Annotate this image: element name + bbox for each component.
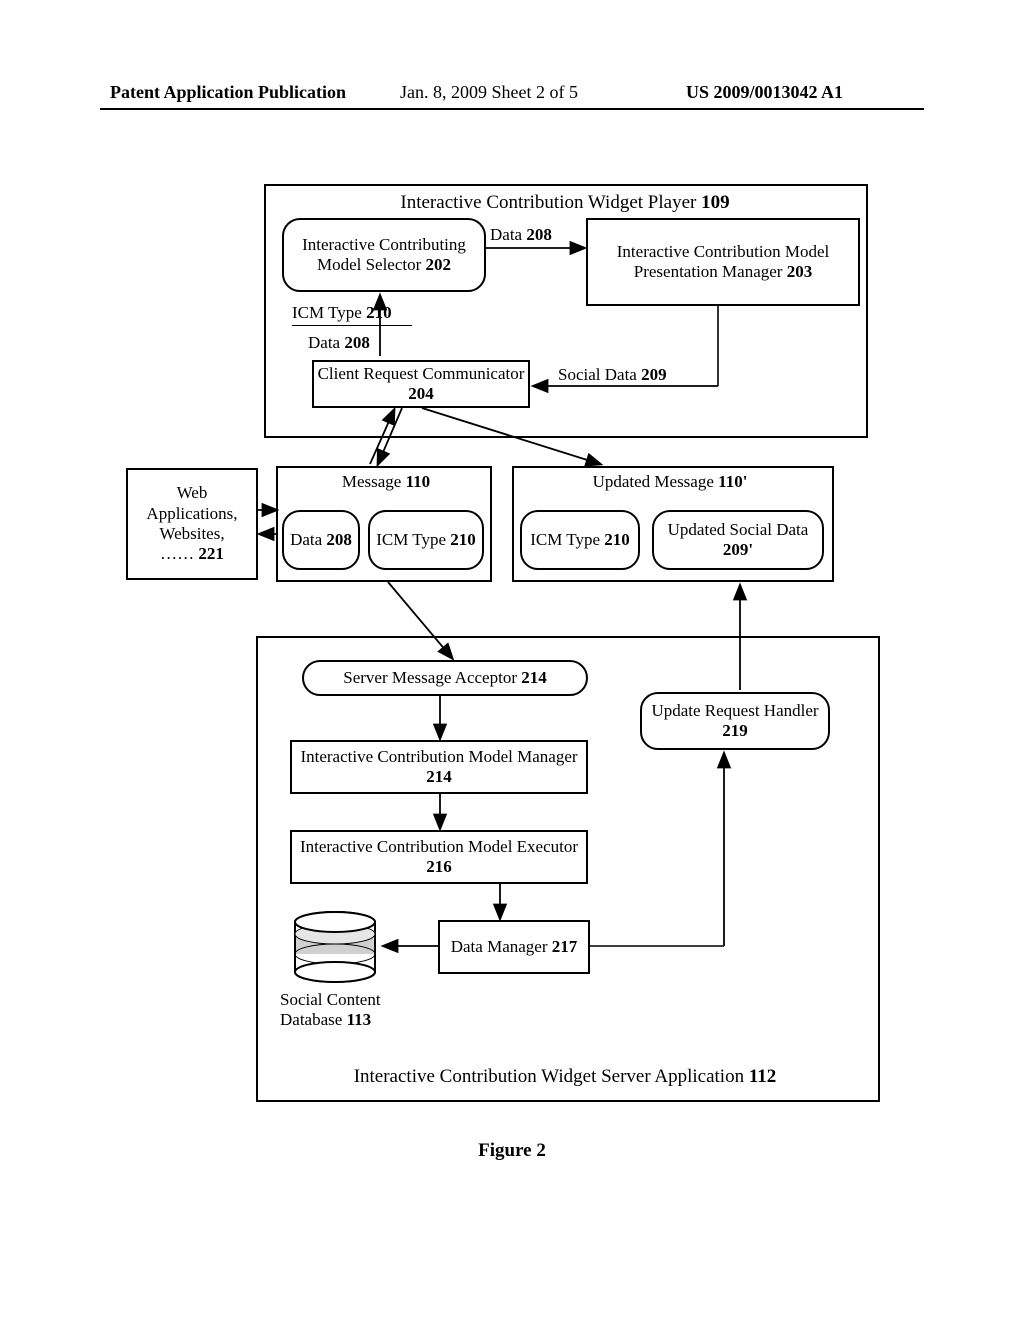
header-publication-number: US 2009/0013042 A1 (686, 82, 843, 103)
updated-social-data-pill: Updated Social Data 209' (652, 510, 824, 570)
icm-type-210-pill-right: ICM Type 210 (520, 510, 640, 570)
data-208-top-label: Data 208 (490, 225, 580, 245)
header-publication-label: Patent Application Publication (110, 82, 346, 103)
icm-manager-block: Interactive Contribution Model Manager 2… (290, 740, 588, 794)
web-apps-block: Web Applications, Websites, …… 221 (126, 468, 258, 580)
data-208-mid-label: Data 208 (308, 333, 428, 353)
data-208-pill: Data 208 (282, 510, 360, 570)
message-110-label: Message 110 (296, 472, 476, 492)
figure-caption: Figure 2 (0, 1140, 1024, 1162)
player-title: Interactive Contribution Widget Player 1… (300, 192, 830, 214)
icm-type-210-pill-left: ICM Type 210 (368, 510, 484, 570)
server-title: Interactive Contribution Widget Server A… (280, 1066, 850, 1088)
icm-selector-block: Interactive Contributing Model Selector … (282, 218, 486, 292)
update-request-handler-block: Update Request Handler 219 (640, 692, 830, 750)
data-manager-block: Data Manager 217 (438, 920, 590, 974)
client-request-communicator-block: Client Request Communicator 204 (312, 360, 530, 408)
database-label: Social Content Database 113 (280, 990, 430, 1029)
updated-message-label: Updated Message 110' (520, 472, 820, 492)
database-icon (290, 910, 380, 991)
icm-executor-block: Interactive Contribution Model Executor … (290, 830, 588, 884)
icm-type-210-label: ICM Type 210 (292, 303, 432, 326)
icm-presentation-manager-block: Interactive Contribution Model Presentat… (586, 218, 860, 306)
server-message-acceptor-block: Server Message Acceptor 214 (302, 660, 588, 696)
social-data-209-label: Social Data 209 (558, 365, 718, 385)
header-rule (100, 108, 924, 110)
header-date-sheet: Jan. 8, 2009 Sheet 2 of 5 (400, 82, 578, 103)
